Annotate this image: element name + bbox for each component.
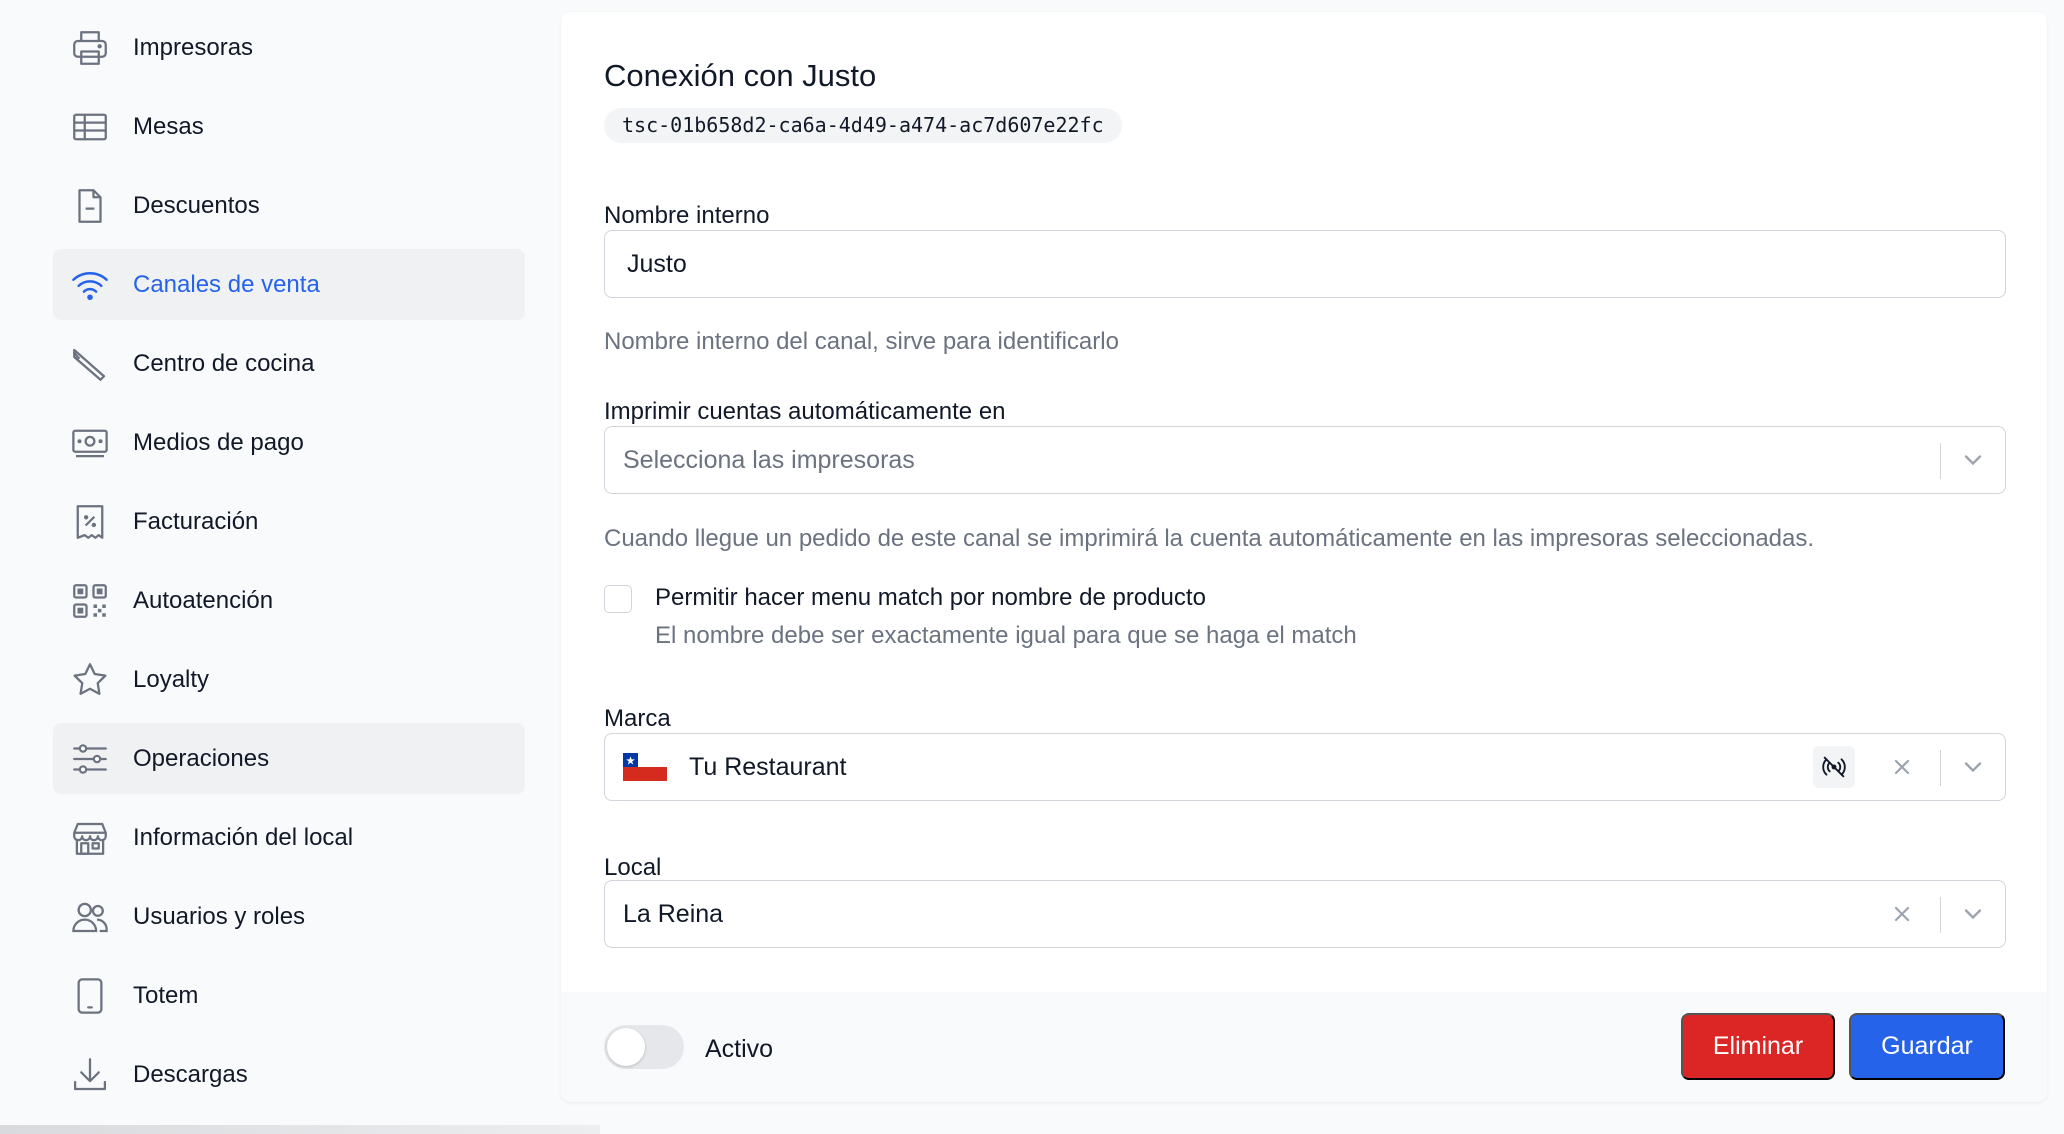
receipt-icon [69, 501, 111, 543]
printer-icon [69, 27, 111, 69]
users-icon [69, 896, 111, 938]
sidebar-item-facturacion[interactable]: Facturación [53, 486, 525, 557]
sidebar-item-label: Facturación [133, 507, 259, 535]
sidebar-item-mesas[interactable]: Mesas [53, 91, 525, 162]
sidebar-item-impresoras[interactable]: Impresoras [53, 12, 525, 83]
sidebar-item-label: Descuentos [133, 191, 260, 219]
sidebar-item-label: Canales de venta [133, 270, 320, 298]
sidebar-item-descuentos[interactable]: Descuentos [53, 170, 525, 241]
brand-label: Marca [604, 705, 671, 732]
printers-select-placeholder: Selecciona las impresoras [623, 445, 915, 474]
download-icon [69, 1054, 111, 1096]
clear-icon[interactable] [1890, 755, 1914, 779]
sidebar-item-informacion-del-local[interactable]: Información del local [53, 802, 525, 873]
store-icon [69, 817, 111, 859]
internal-name-value: Justo [627, 249, 687, 278]
channel-id-badge: tsc-01b658d2-ca6a-4d49-a474-ac7d607e22fc [604, 108, 1122, 143]
active-toggle[interactable] [604, 1025, 684, 1069]
local-select[interactable]: La Reina [604, 880, 2006, 948]
sidebar-item-label: Información del local [133, 823, 354, 851]
sidebar-item-label: Medios de pago [133, 428, 304, 456]
local-label: Local [604, 854, 662, 881]
chile-flag-icon [623, 753, 667, 781]
sidebar-item-label: Usuarios y roles [133, 902, 306, 930]
menu-match-description: El nombre debe ser exactamente igual par… [655, 622, 1357, 649]
sidebar-item-operaciones[interactable]: Operaciones [53, 723, 525, 794]
sidebar-item-label: Impresoras [133, 33, 254, 61]
channel-settings-card: Conexión con Justo tsc-01b658d2-ca6a-4d4… [561, 12, 2047, 1102]
broadcast-off-button[interactable] [1813, 746, 1855, 788]
qr-code-icon [69, 580, 111, 622]
wifi-icon [69, 264, 111, 306]
menu-match-checkbox[interactable] [604, 585, 632, 613]
sidebar-item-canales-de-venta[interactable]: Canales de venta [53, 249, 525, 320]
sidebar-item-label: Operaciones [133, 744, 270, 772]
cash-icon [69, 422, 111, 464]
internal-name-input[interactable]: Justo [604, 230, 2006, 298]
sidebar-item-medios-de-pago[interactable]: Medios de pago [53, 407, 525, 478]
sliders-icon [69, 738, 111, 780]
auto-print-help: Cuando llegue un pedido de este canal se… [604, 525, 1815, 552]
sidebar-item-totem[interactable]: Totem [53, 960, 525, 1031]
page-title: Conexión con Justo [604, 58, 877, 93]
sidebar: Impresoras Mesas Descuentos Canales de v… [0, 0, 560, 1134]
menu-match-label: Permitir hacer menu match por nombre de … [655, 584, 1206, 611]
sidebar-item-autoatencion[interactable]: Autoatención [53, 565, 525, 636]
sidebar-item-centro-de-cocina[interactable]: Centro de cocina [53, 328, 525, 399]
sidebar-item-loyalty[interactable]: Loyalty [53, 644, 525, 715]
printers-select[interactable]: Selecciona las impresoras [604, 426, 2006, 494]
knife-icon [69, 343, 111, 385]
sidebar-item-label: Loyalty [133, 665, 210, 693]
internal-name-label: Nombre interno [604, 202, 770, 229]
sidebar-item-label: Descargas [133, 1060, 248, 1088]
save-button[interactable]: Guardar [1849, 1013, 2005, 1080]
clear-icon[interactable] [1890, 902, 1914, 926]
select-separator [1939, 897, 1941, 933]
brand-select[interactable]: Tu Restaurant [604, 733, 2006, 801]
table-icon [69, 106, 111, 148]
internal-name-help: Nombre interno del canal, sirve para ide… [604, 328, 1119, 355]
sidebar-item-label: Totem [133, 981, 199, 1009]
brand-value: Tu Restaurant [689, 752, 847, 781]
chevron-down-icon[interactable] [1959, 900, 1987, 928]
chevron-down-icon[interactable] [1959, 753, 1987, 781]
tablet-icon [69, 975, 111, 1017]
star-icon [69, 659, 111, 701]
chevron-down-icon[interactable] [1959, 446, 1987, 474]
sidebar-item-label: Autoatención [133, 586, 274, 614]
sidebar-item-descargas[interactable]: Descargas [53, 1039, 525, 1110]
sidebar-item-label: Centro de cocina [133, 349, 315, 377]
local-value: La Reina [623, 899, 724, 928]
broadcast-off-icon [1822, 756, 1846, 778]
auto-print-label: Imprimir cuentas automáticamente en [604, 398, 1006, 425]
select-separator [1939, 443, 1941, 479]
active-toggle-label: Activo [705, 1035, 774, 1063]
page-bottom-edge [0, 1125, 600, 1134]
delete-button[interactable]: Eliminar [1681, 1013, 1835, 1080]
toggle-knob [607, 1028, 645, 1066]
document-icon [69, 185, 111, 227]
select-separator [1939, 750, 1941, 786]
sidebar-item-label: Mesas [133, 112, 204, 140]
sidebar-item-usuarios-y-roles[interactable]: Usuarios y roles [53, 881, 525, 952]
